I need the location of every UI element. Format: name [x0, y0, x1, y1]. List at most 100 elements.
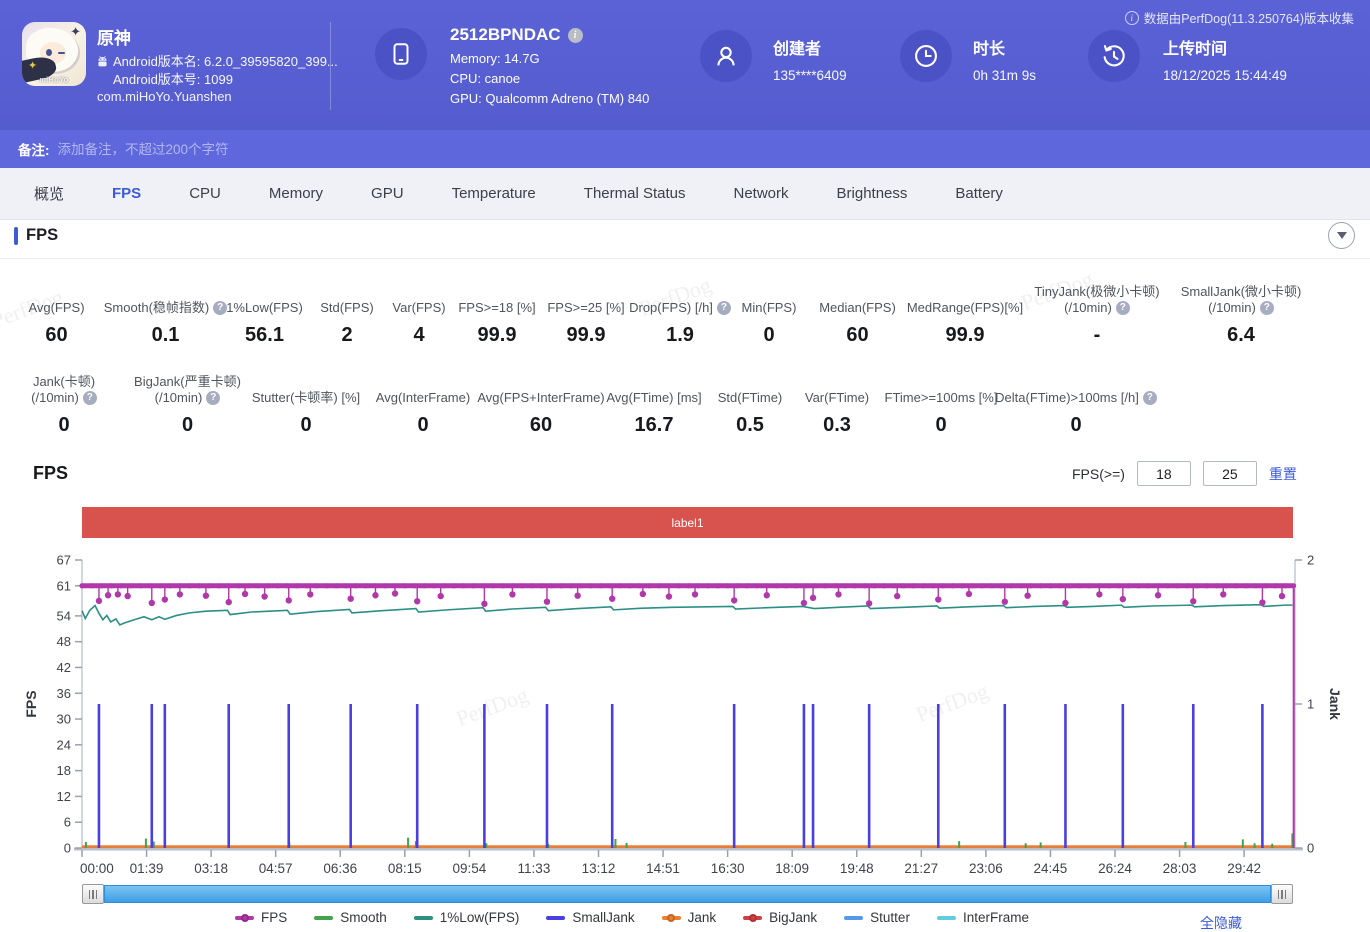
- stat-avg-ftime-ms-: Avg(FTime) [ms] 16.7: [601, 372, 707, 437]
- tab-fps[interactable]: FPS: [88, 185, 165, 202]
- tab-network[interactable]: Network: [710, 185, 813, 202]
- tab-cpu[interactable]: CPU: [165, 185, 245, 202]
- device-memory: Memory: 14.7G: [450, 51, 540, 66]
- stat-value: 0: [181, 414, 194, 436]
- svg-text:FPS: FPS: [23, 690, 39, 717]
- history-clock-icon: [1103, 45, 1125, 67]
- svg-text:30: 30: [57, 712, 71, 727]
- remark-input[interactable]: [57, 141, 678, 157]
- stat-value: 4: [413, 324, 425, 346]
- svg-text:61: 61: [57, 578, 71, 593]
- stat-label: Median(FPS): [819, 300, 896, 315]
- svg-text:42: 42: [57, 660, 71, 675]
- chart-scrollbar-track[interactable]: [104, 885, 1271, 903]
- stat-value: 0.1: [151, 324, 180, 346]
- tab-memory[interactable]: Memory: [245, 185, 347, 202]
- svg-text:18: 18: [57, 763, 71, 778]
- svg-text:01:39: 01:39: [130, 861, 164, 876]
- tab-thermal-status[interactable]: Thermal Status: [560, 185, 710, 202]
- stat-std-fps-: Std(FPS) 2: [311, 282, 383, 347]
- legend-item-bigjank[interactable]: BigJank: [743, 910, 817, 925]
- help-icon[interactable]: ?: [1259, 301, 1274, 315]
- reset-button[interactable]: 重置: [1269, 464, 1297, 484]
- stat-value: 0: [300, 414, 312, 436]
- help-icon[interactable]: ?: [206, 391, 221, 405]
- legend-item-jank[interactable]: Jank: [661, 910, 716, 925]
- header-divider: [330, 22, 331, 110]
- tab-brightness[interactable]: Brightness: [813, 185, 932, 202]
- stat-value: -: [1093, 324, 1101, 346]
- header: i 数据由PerfDog(11.3.250764)版本收集 ✦ ✦ miHoYo…: [0, 0, 1370, 130]
- fps-threshold-label: FPS(>=): [1072, 465, 1125, 482]
- svg-text:1: 1: [1307, 697, 1314, 712]
- legend-item-smalljank[interactable]: SmallJank: [546, 910, 635, 925]
- legend-label: Smooth: [340, 910, 387, 925]
- perfdog-report-page: i 数据由PerfDog(11.3.250764)版本收集 ✦ ✦ miHoYo…: [0, 0, 1370, 932]
- stat-label: Avg(FTime) [ms]: [606, 390, 702, 405]
- svg-text:21:27: 21:27: [904, 861, 938, 876]
- svg-text:09:54: 09:54: [452, 861, 486, 876]
- svg-text:13:12: 13:12: [582, 861, 616, 876]
- fps-threshold-input-1[interactable]: [1136, 461, 1191, 486]
- scrollbar-right-handle[interactable]: [1271, 884, 1293, 904]
- collapse-section-button[interactable]: [1328, 222, 1355, 249]
- remark-bar: 备注:: [0, 130, 1370, 168]
- svg-text:14:51: 14:51: [646, 861, 680, 876]
- svg-text:12: 12: [57, 789, 71, 804]
- fps-threshold-filter: FPS(>=) 重置: [1072, 461, 1297, 486]
- svg-text:11:33: 11:33: [518, 861, 551, 876]
- scrollbar-left-handle[interactable]: [82, 884, 104, 904]
- legend-item-smooth[interactable]: Smooth: [314, 910, 387, 925]
- chart-legend: FPS Smooth 1%Low(FPS) SmallJank Jank BigJank S…: [82, 910, 1182, 925]
- stat-tinyjank-: TinyJank(极微小卡顿) (/10min)? -: [1026, 282, 1168, 347]
- stat-label: Drop(FPS) [/h]: [629, 300, 713, 315]
- stats-row-2: Jank(卡顿) (/10min)? 0 BigJank(严重卡顿) (/10min)?…: [0, 372, 1157, 437]
- legend-item-1-low-fps-[interactable]: 1%Low(FPS): [413, 910, 520, 925]
- tab-temperature[interactable]: Temperature: [428, 185, 560, 202]
- fps-threshold-input-2[interactable]: [1202, 461, 1257, 486]
- stat-label: (/10min): [154, 390, 203, 405]
- stat-value: 0: [417, 414, 429, 436]
- stat-value: 60: [529, 414, 553, 436]
- svg-text:0: 0: [1307, 841, 1314, 856]
- legend-label: SmallJank: [572, 910, 635, 925]
- legend-label: FPS: [261, 910, 288, 925]
- svg-text:36: 36: [57, 686, 71, 701]
- svg-text:00:00: 00:00: [80, 861, 114, 876]
- legend-marker: [844, 915, 864, 920]
- stat-label: (/10min): [1064, 300, 1112, 315]
- stat-label: Avg(InterFrame): [375, 390, 471, 405]
- stat-value: 0.3: [823, 414, 851, 436]
- svg-text:06:36: 06:36: [323, 861, 357, 876]
- legend-item-stutter[interactable]: Stutter: [844, 910, 910, 925]
- legend-item-interframe[interactable]: InterFrame: [936, 910, 1029, 925]
- upload-icon-wrap: [1088, 30, 1140, 82]
- stat-label: FPS>=25 [%]: [547, 300, 625, 315]
- stat-label: FPS>=18 [%]: [458, 300, 536, 315]
- svg-text:24: 24: [57, 737, 71, 752]
- legend-label: 1%Low(FPS): [439, 910, 520, 925]
- device-info-icon[interactable]: i: [567, 27, 583, 43]
- legend-marker: [546, 915, 566, 920]
- svg-text:23:06: 23:06: [969, 861, 1003, 876]
- help-icon[interactable]: ?: [82, 391, 97, 405]
- stat-fps-18-%-: FPS>=18 [%] 99.9: [455, 282, 539, 347]
- legend-item-fps[interactable]: FPS: [235, 910, 287, 925]
- device-model-row: 2512BPNDAC i: [450, 25, 583, 45]
- hide-all-button[interactable]: 全隐藏: [1200, 913, 1242, 932]
- svg-text:28:03: 28:03: [1163, 861, 1197, 876]
- stat-delta-ftime-100ms-h-: Delta(FTime)>100ms [/h]? 0: [995, 372, 1157, 437]
- help-icon[interactable]: ?: [1142, 391, 1157, 405]
- stat-medrange-fps-%-: MedRange(FPS)[%] 99.9: [904, 282, 1026, 347]
- help-icon[interactable]: ?: [1115, 301, 1130, 315]
- tab-gpu[interactable]: GPU: [347, 185, 428, 202]
- creator-value: 135****6409: [773, 68, 847, 83]
- tab-概览[interactable]: 概览: [10, 183, 88, 204]
- device-model: 2512BPNDAC: [450, 25, 561, 44]
- legend-marker: [661, 913, 681, 922]
- android-icon: [98, 55, 107, 67]
- stat-label: Avg(FPS+InterFrame): [477, 390, 605, 405]
- svg-text:04:57: 04:57: [259, 861, 293, 876]
- phone-icon: [393, 43, 409, 65]
- tab-battery[interactable]: Battery: [931, 185, 1027, 202]
